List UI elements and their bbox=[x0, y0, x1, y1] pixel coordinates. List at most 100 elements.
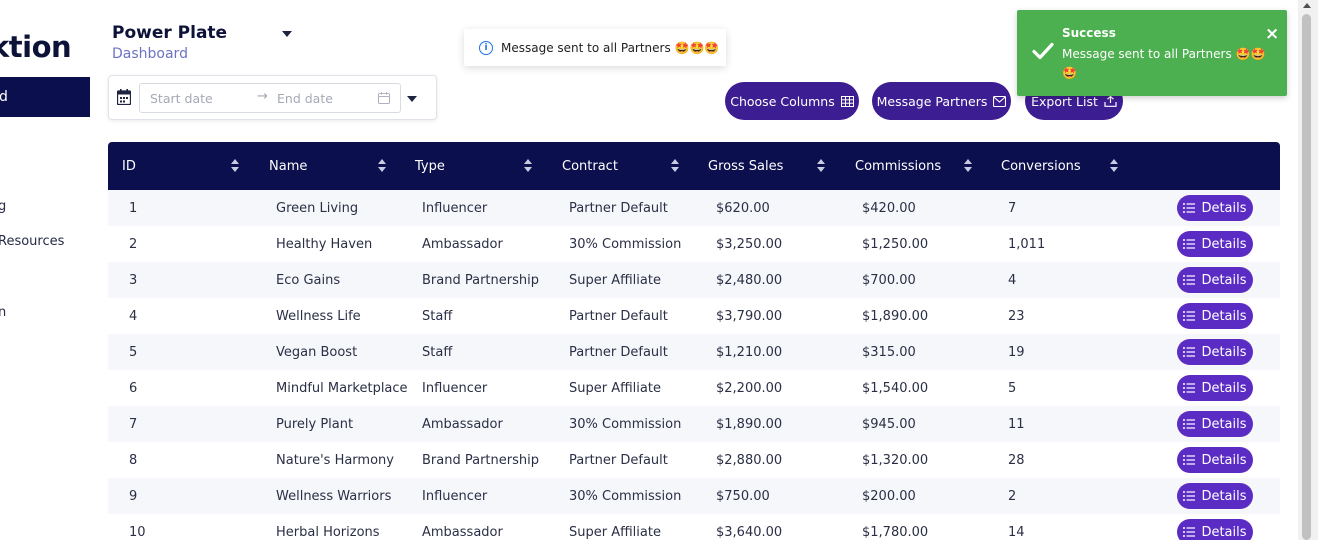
column-header-name[interactable]: Name bbox=[269, 142, 307, 190]
details-button[interactable]: Details bbox=[1177, 483, 1253, 509]
cell-contract: Super Affiliate bbox=[569, 272, 661, 288]
cell-gross-sales: $2,200.00 bbox=[716, 380, 783, 396]
details-button[interactable]: Details bbox=[1177, 231, 1253, 257]
choose-columns-button[interactable]: Choose Columns bbox=[725, 82, 859, 120]
details-label: Details bbox=[1201, 488, 1247, 504]
column-header-contract[interactable]: Contract bbox=[562, 142, 618, 190]
column-header-id[interactable]: ID bbox=[122, 142, 136, 190]
column-header-conversions[interactable]: Conversions bbox=[1001, 142, 1081, 190]
calendar-icon[interactable] bbox=[117, 89, 131, 105]
scrollbar-thumb[interactable] bbox=[1302, 14, 1311, 540]
cell-name: Vegan Boost bbox=[276, 344, 358, 360]
column-header-gross-sales[interactable]: Gross Sales bbox=[708, 142, 783, 190]
cell-id: 3 bbox=[129, 272, 138, 288]
table-row: 3 Eco Gains Brand Partnership Super Affilia… bbox=[108, 262, 1280, 298]
cell-gross-sales: $2,480.00 bbox=[716, 272, 783, 288]
cell-gross-sales: $620.00 bbox=[716, 200, 770, 216]
chevron-down-icon[interactable] bbox=[407, 96, 417, 102]
column-header-commissions[interactable]: Commissions bbox=[855, 142, 941, 190]
chevron-down-icon[interactable] bbox=[282, 31, 292, 37]
cell-type: Staff bbox=[422, 344, 453, 360]
cell-gross-sales: $1,890.00 bbox=[716, 416, 783, 432]
details-button[interactable]: Details bbox=[1177, 267, 1253, 293]
arrow-right-icon: → bbox=[257, 89, 268, 104]
details-button[interactable]: Details bbox=[1177, 195, 1253, 221]
details-button[interactable]: Details bbox=[1177, 375, 1253, 401]
sort-icon[interactable] bbox=[1110, 159, 1118, 173]
sort-icon[interactable] bbox=[231, 159, 239, 173]
envelope-icon bbox=[993, 95, 1007, 107]
start-date-field[interactable]: Start date bbox=[150, 91, 213, 106]
page-title[interactable]: Power Plate bbox=[112, 23, 227, 43]
list-icon bbox=[1183, 275, 1196, 285]
cell-id: 8 bbox=[129, 452, 138, 468]
cell-name: Eco Gains bbox=[276, 272, 341, 288]
table-row: 1 Green Living Influencer Partner Default $6… bbox=[108, 190, 1280, 226]
list-icon bbox=[1183, 311, 1196, 321]
cell-contract: Partner Default bbox=[569, 200, 668, 216]
details-label: Details bbox=[1201, 524, 1247, 540]
cell-conversions: 1,011 bbox=[1008, 236, 1046, 252]
cell-commissions: $1,250.00 bbox=[862, 236, 929, 252]
cell-gross-sales: $1,210.00 bbox=[716, 344, 783, 360]
cell-type: Influencer bbox=[422, 488, 488, 504]
table-body: 1 Green Living Influencer Partner Default $6… bbox=[108, 190, 1280, 540]
cell-gross-sales: $3,640.00 bbox=[716, 524, 783, 540]
cell-conversions: 23 bbox=[1008, 308, 1025, 324]
details-button[interactable]: Details bbox=[1177, 519, 1253, 540]
cell-commissions: $1,320.00 bbox=[862, 452, 929, 468]
grid-icon bbox=[840, 95, 854, 107]
cell-name: Herbal Horizons bbox=[276, 524, 380, 540]
cell-conversions: 28 bbox=[1008, 452, 1025, 468]
details-label: Details bbox=[1201, 452, 1247, 468]
sort-icon[interactable] bbox=[964, 159, 972, 173]
cell-id: 6 bbox=[129, 380, 138, 396]
table-row: 6 Mindful Marketplace Influencer Super Affi… bbox=[108, 370, 1280, 406]
table-header: ID Name Type Contract Gross Sales Commis… bbox=[108, 142, 1280, 190]
details-button[interactable]: Details bbox=[1177, 303, 1253, 329]
date-range-input[interactable]: Start date → End date bbox=[139, 83, 401, 113]
details-label: Details bbox=[1201, 344, 1247, 360]
list-icon bbox=[1183, 419, 1196, 429]
sidebar-item-3[interactable]: n bbox=[0, 305, 6, 320]
cell-contract: Super Affiliate bbox=[569, 380, 661, 396]
close-icon[interactable]: × bbox=[1265, 24, 1279, 44]
list-icon bbox=[1183, 527, 1196, 537]
cell-conversions: 4 bbox=[1008, 272, 1017, 288]
sidebar: ktion d g Resources n bbox=[0, 0, 92, 540]
sort-icon[interactable] bbox=[378, 159, 386, 173]
list-icon bbox=[1183, 203, 1196, 213]
message-partners-button[interactable]: Message Partners bbox=[872, 82, 1011, 120]
info-toast-text: Message sent to all Partners 🤩🤩🤩 bbox=[501, 40, 720, 55]
cell-contract: Super Affiliate bbox=[569, 524, 661, 540]
details-button[interactable]: Details bbox=[1177, 411, 1253, 437]
cell-commissions: $420.00 bbox=[862, 200, 916, 216]
cell-type: Staff bbox=[422, 308, 453, 324]
details-button[interactable]: Details bbox=[1177, 339, 1253, 365]
cell-contract: Partner Default bbox=[569, 308, 668, 324]
sort-icon[interactable] bbox=[671, 159, 679, 173]
end-date-field[interactable]: End date bbox=[277, 91, 333, 106]
sidebar-item-dashboard[interactable]: d bbox=[0, 77, 90, 117]
details-button[interactable]: Details bbox=[1177, 447, 1253, 473]
sidebar-item-1[interactable]: g bbox=[0, 199, 6, 214]
cell-conversions: 11 bbox=[1008, 416, 1025, 432]
sort-icon[interactable] bbox=[817, 159, 825, 173]
cell-commissions: $1,780.00 bbox=[862, 524, 929, 540]
list-icon bbox=[1183, 491, 1196, 501]
details-label: Details bbox=[1201, 308, 1247, 324]
scroll-up-icon[interactable] bbox=[1303, 3, 1311, 8]
details-label: Details bbox=[1201, 272, 1247, 288]
cell-gross-sales: $3,250.00 bbox=[716, 236, 783, 252]
vertical-scrollbar[interactable] bbox=[1298, 0, 1318, 540]
cell-conversions: 14 bbox=[1008, 524, 1025, 540]
cell-type: Ambassador bbox=[422, 524, 503, 540]
details-label: Details bbox=[1201, 200, 1247, 216]
cell-id: 5 bbox=[129, 344, 138, 360]
column-header-type[interactable]: Type bbox=[415, 142, 445, 190]
sort-icon[interactable] bbox=[524, 159, 532, 173]
cell-id: 9 bbox=[129, 488, 138, 504]
sidebar-item-resources[interactable]: Resources bbox=[0, 234, 64, 249]
info-toast: i Message sent to all Partners 🤩🤩🤩 bbox=[464, 29, 726, 66]
date-range-filter: Start date → End date bbox=[108, 75, 437, 120]
